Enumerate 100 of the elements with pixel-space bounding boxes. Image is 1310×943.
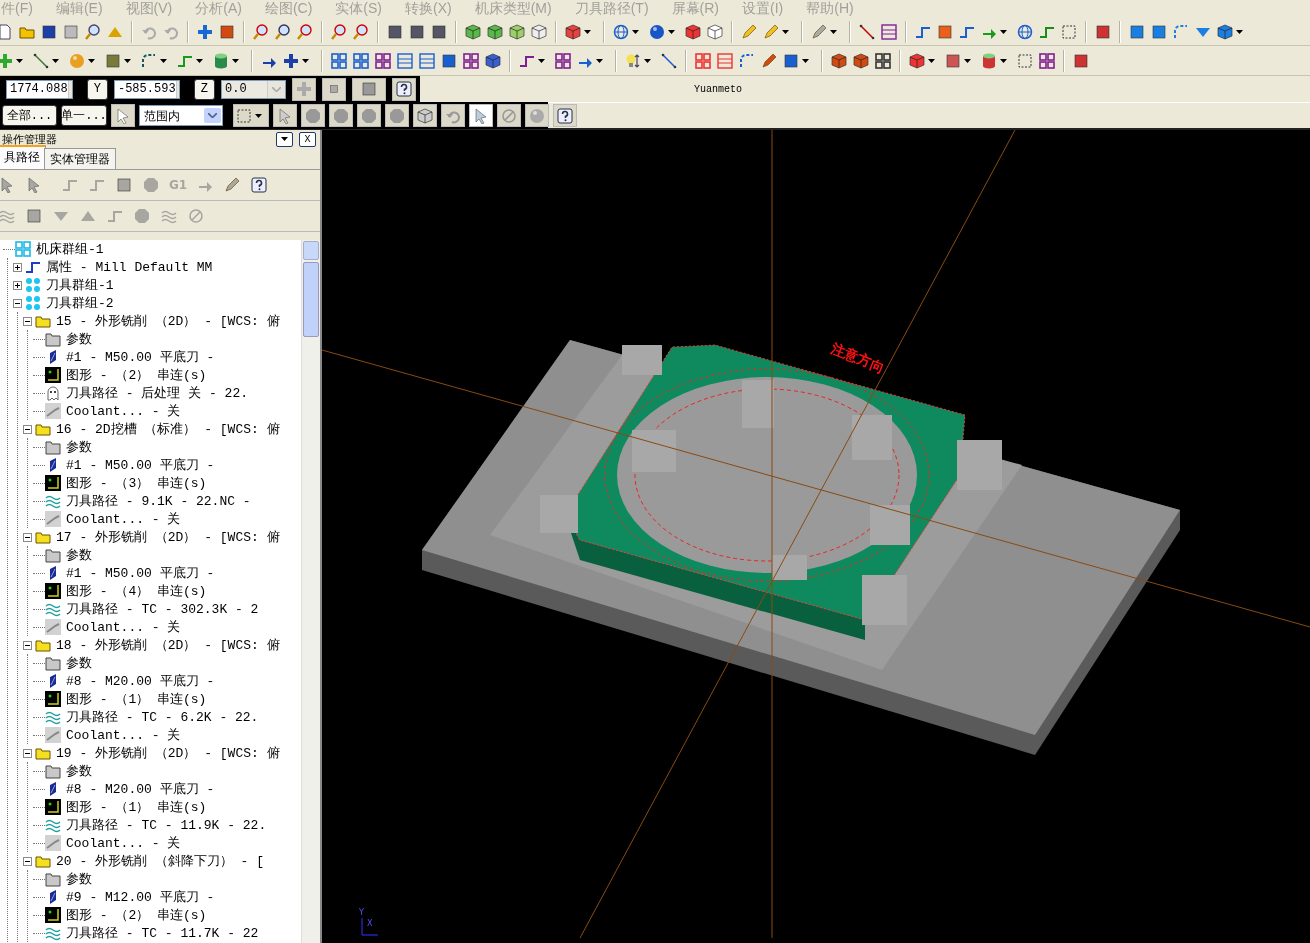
expand-toggle[interactable] <box>13 262 22 272</box>
tree-item[interactable]: #8 - M20.00 平底刀 - <box>66 672 215 690</box>
caret-icon[interactable] <box>88 58 95 63</box>
solid-icon[interactable] <box>909 52 925 69</box>
caret-icon[interactable] <box>160 58 167 63</box>
tree-item[interactable]: 刀具群组-1 <box>46 276 114 294</box>
z-axis-button[interactable]: Z <box>193 78 216 100</box>
pencil-icon[interactable] <box>741 23 757 40</box>
tree-item[interactable]: 图形 - （2） 串连(s) <box>66 366 207 384</box>
x-coordinate-field[interactable]: 1774.088 <box>6 79 73 99</box>
close-button[interactable]: X <box>299 131 316 147</box>
collapse-toggle[interactable] <box>23 424 32 434</box>
cylinder-icon[interactable] <box>213 52 229 69</box>
caret-icon[interactable] <box>668 29 675 34</box>
caret-icon[interactable] <box>302 58 309 63</box>
collapse-toggle[interactable] <box>23 532 32 542</box>
y-coordinate-field[interactable]: -585.593 <box>113 79 180 99</box>
cube-icon[interactable] <box>531 23 547 40</box>
shaded-cube-icon[interactable] <box>1217 23 1233 40</box>
lines-icon[interactable] <box>717 52 733 69</box>
panel-menu-button[interactable] <box>276 131 293 147</box>
tree-item[interactable]: 参数 <box>66 870 92 888</box>
grid-icon[interactable] <box>695 52 711 69</box>
bulb-icon[interactable] <box>625 52 641 69</box>
tree-item[interactable]: Coolant... - 关 <box>66 834 181 852</box>
tree-item[interactable]: 19 - 外形铣削 （2D） - [WCS: 俯 <box>56 744 280 762</box>
tree-item[interactable]: 图形 - （2） 串连(s) <box>66 906 207 924</box>
dashed-box-icon[interactable] <box>1061 23 1077 40</box>
tree-item[interactable]: 刀具路径 - TC - 6.2K - 22. <box>66 708 259 726</box>
tree-item[interactable]: Coolant... - 关 <box>66 618 181 636</box>
move-icon[interactable] <box>197 23 213 40</box>
caret-icon[interactable] <box>802 58 809 63</box>
cube-icon[interactable] <box>487 23 503 40</box>
tree-item[interactable]: #1 - M50.00 平底刀 - <box>66 456 215 474</box>
caret-icon[interactable] <box>124 58 131 63</box>
tree-item[interactable]: 属性 - Mill Default MM <box>46 258 213 276</box>
new-file-icon[interactable] <box>0 23 13 40</box>
tree-item[interactable]: Coolant... - 关 <box>66 510 181 528</box>
caret-icon[interactable] <box>255 113 262 118</box>
square-icon[interactable] <box>116 177 132 193</box>
collapse-toggle[interactable] <box>23 316 32 326</box>
tree-item[interactable]: 参数 <box>66 654 92 672</box>
expand-toggle[interactable] <box>13 280 22 290</box>
caret-icon[interactable] <box>281 137 288 141</box>
selection-mode-dropdown[interactable]: 范围内 <box>139 105 223 126</box>
window-select-button[interactable] <box>233 104 269 127</box>
tree-item[interactable]: 18 - 外形铣削 （2D） - [WCS: 俯 <box>56 636 280 654</box>
tree-item[interactable]: #8 - M20.00 平底刀 - <box>66 780 215 798</box>
squares-icon[interactable] <box>1039 52 1055 69</box>
select-all-button[interactable]: 全部... <box>2 105 57 126</box>
globe-icon[interactable] <box>613 23 629 40</box>
caret-icon[interactable] <box>16 58 23 63</box>
tree-item[interactable]: 机床群组-1 <box>36 240 104 258</box>
caret-icon[interactable] <box>1000 58 1007 63</box>
caret-icon[interactable] <box>596 58 603 63</box>
tree-item[interactable]: 16 - 2D挖槽 （标准） - [WCS: 俯 <box>56 420 280 438</box>
collapse-toggle[interactable] <box>23 640 32 650</box>
scrollbar[interactable] <box>301 240 320 943</box>
tree-item[interactable]: 图形 - （1） 串连(s) <box>66 690 207 708</box>
tree-item[interactable]: 刀具路径 - TC - 302.3K - 2 <box>66 600 259 618</box>
caret-icon[interactable] <box>232 58 239 63</box>
help-icon[interactable] <box>251 177 268 193</box>
tree-item[interactable]: #1 - M50.00 平底刀 - <box>66 564 215 582</box>
dice-cube-icon[interactable] <box>565 23 581 40</box>
tree-item[interactable]: 刀具路径 - TC - 11.7K - 22 <box>66 924 259 942</box>
cube-icon[interactable] <box>707 23 723 40</box>
tree-item[interactable]: Coolant... - 关 <box>66 726 181 744</box>
sphere-icon[interactable] <box>649 23 665 40</box>
grid-icon[interactable] <box>555 52 571 69</box>
caret-icon[interactable] <box>1236 29 1243 34</box>
caret-icon[interactable] <box>830 29 837 34</box>
caret-icon[interactable] <box>964 58 971 63</box>
tree-item[interactable]: 参数 <box>66 438 92 456</box>
caret-icon[interactable] <box>928 58 935 63</box>
tree-item[interactable]: 图形 - （3） 串连(s) <box>66 474 207 492</box>
collapse-toggle[interactable] <box>23 856 32 866</box>
collapse-toggle[interactable] <box>23 748 32 758</box>
tree-item[interactable]: 刀具群组-2 <box>46 294 114 312</box>
cube-icon[interactable] <box>465 23 481 40</box>
tab[interactable]: 具路径 <box>0 145 46 169</box>
tree-item[interactable]: 刀具路径 - 9.1K - 22.NC - <box>66 492 251 510</box>
caret-icon[interactable] <box>632 29 639 34</box>
tree-item[interactable]: 刀具路径 - 后处理 关 - 22. <box>66 384 248 402</box>
tree-item[interactable]: #1 - M50.00 平底刀 - <box>66 348 215 366</box>
tree-item[interactable]: 参数 <box>66 546 92 564</box>
caret-icon[interactable] <box>538 58 545 63</box>
zoom-in-icon[interactable] <box>253 23 269 40</box>
tree-item[interactable]: #9 - M12.00 平底刀 - <box>66 888 215 906</box>
y-axis-button[interactable]: Y <box>86 78 108 100</box>
tree-item[interactable]: 参数 <box>66 330 92 348</box>
zoom-icon[interactable] <box>297 23 313 40</box>
box-icon[interactable] <box>783 52 799 69</box>
tree-item[interactable]: 图形 - （4） 串连(s) <box>66 582 207 600</box>
tree-item[interactable]: Coolant... - 关 <box>66 402 181 420</box>
cube-icon[interactable] <box>509 23 525 40</box>
tree-item[interactable]: 15 - 外形铣削 （2D） - [WCS: 俯 <box>56 312 280 330</box>
line-icon[interactable] <box>33 52 49 69</box>
zoom-window-icon[interactable] <box>275 23 291 40</box>
tree-item[interactable]: 17 - 外形铣削 （2D） - [WCS: 俯 <box>56 528 280 546</box>
preview-icon[interactable] <box>85 23 101 40</box>
